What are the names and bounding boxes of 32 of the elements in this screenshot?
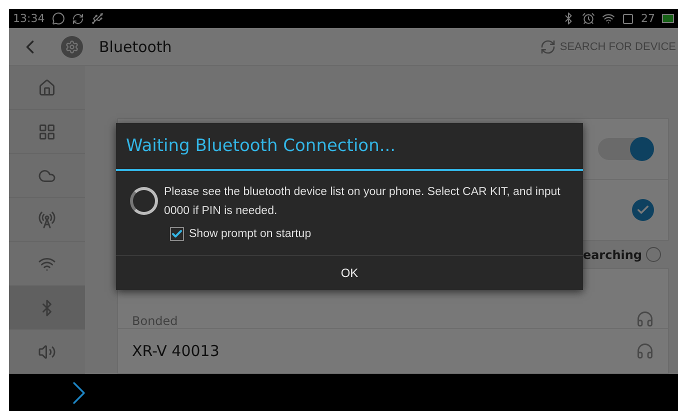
refresh-icon	[540, 38, 556, 54]
sidebar-item[interactable]	[9, 286, 85, 330]
spinner-icon	[130, 187, 158, 215]
headphones-icon	[636, 310, 654, 328]
ok-button[interactable]: OK	[116, 256, 583, 290]
headphones-icon	[636, 342, 654, 360]
device-name[interactable]: XR-V 40013	[132, 342, 220, 360]
antenna-icon	[38, 210, 56, 228]
chat-icon	[52, 12, 65, 25]
searching-label: earching	[582, 248, 642, 262]
check-icon	[636, 203, 650, 217]
checkbox-label: Show prompt on startup	[189, 228, 312, 240]
dialog-title: Waiting Bluetooth Connection...	[116, 123, 583, 171]
home-icon	[38, 78, 56, 96]
speaker-icon	[38, 342, 56, 360]
settings-icon	[61, 36, 83, 58]
loading-icon	[646, 247, 661, 262]
sync-icon	[72, 12, 84, 24]
page-title: Bluetooth	[99, 38, 173, 56]
usb-icon	[90, 12, 104, 25]
sim-icon	[622, 12, 634, 24]
checkbox[interactable]	[170, 227, 184, 241]
alarm-icon	[582, 12, 595, 25]
check-icon	[171, 228, 183, 240]
status-time: 13:34	[13, 12, 45, 25]
bluetooth-toggle[interactable]	[598, 138, 654, 160]
dialog-message: Please see the bluetooth device list on your phone. Select CAR KIT, and input 0000 if PIN is needed.	[164, 185, 562, 219]
grid-icon	[38, 122, 56, 140]
battery-icon	[662, 14, 674, 23]
battery-level: 27	[641, 12, 655, 25]
visible-checkbox[interactable]	[632, 199, 654, 221]
bluetooth-icon	[562, 12, 575, 25]
